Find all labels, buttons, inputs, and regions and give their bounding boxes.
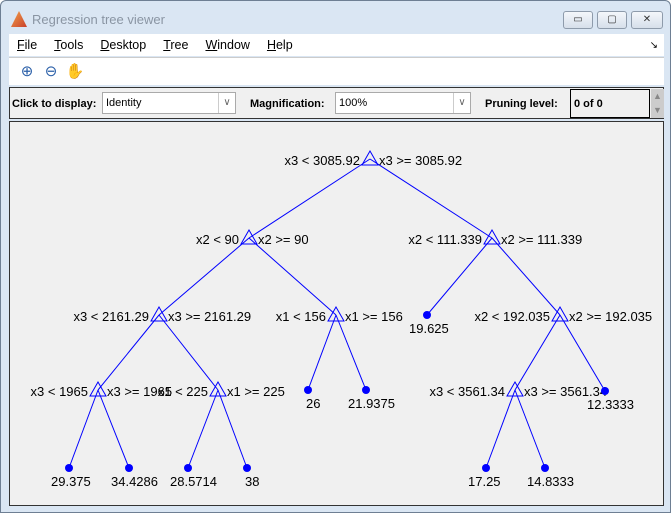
tree-edge[interactable] xyxy=(97,314,160,391)
leaf-value[interactable]: 12.3333 xyxy=(587,397,634,412)
leaf-node[interactable] xyxy=(482,464,490,472)
dock-arrow-icon[interactable]: ↘ xyxy=(650,40,658,51)
pan-hand-icon[interactable]: ✋ xyxy=(65,62,85,82)
tree-edge[interactable] xyxy=(217,389,248,469)
tree-edge[interactable] xyxy=(307,314,337,391)
leaf-value[interactable]: 14.8333 xyxy=(527,474,574,489)
chevron-down-icon: ∨ xyxy=(218,93,235,113)
close-button[interactable]: ✕ xyxy=(631,11,663,29)
magnification-select[interactable]: 100% ∨ xyxy=(335,92,471,114)
leaf-value[interactable]: 38 xyxy=(245,474,259,489)
menu-window[interactable]: Window xyxy=(205,38,249,52)
branch-node[interactable] xyxy=(209,380,227,397)
branch-node[interactable] xyxy=(506,380,524,397)
branch-node[interactable] xyxy=(150,305,168,322)
tree-edge[interactable] xyxy=(485,389,516,469)
menu-desktop[interactable]: Desktop xyxy=(100,38,146,52)
zoom-out-icon[interactable]: ⊖ xyxy=(41,62,61,82)
branch-node[interactable] xyxy=(89,380,107,397)
split-label-left[interactable]: x3 < 3561.34 xyxy=(429,384,505,399)
menu-bar: File Tools Desktop Tree Window Help ↘ xyxy=(9,34,664,56)
split-label-right[interactable]: x3 >= 3085.92 xyxy=(379,153,462,168)
tree-edge[interactable] xyxy=(97,389,130,469)
leaf-node[interactable] xyxy=(184,464,192,472)
magnification-label: Magnification: xyxy=(250,98,325,110)
minimize-button[interactable]: ▭ xyxy=(563,11,593,29)
control-bar: Click to display: Identity ∨ Magnificati… xyxy=(9,87,664,119)
split-label-left[interactable]: x3 < 1965 xyxy=(31,384,88,399)
tree-edge[interactable] xyxy=(335,314,367,391)
tree-edge[interactable] xyxy=(158,237,250,316)
leaf-node[interactable] xyxy=(362,386,370,394)
branch-node[interactable] xyxy=(240,228,258,245)
regression-tree: x3 < 3085.92 x3 >= 3085.92 x2 < 90 x2 >= 90… xyxy=(31,149,652,489)
split-label-right[interactable]: x2 >= 192.035 xyxy=(569,309,652,324)
split-label-left[interactable]: x2 < 111.339 xyxy=(408,232,482,247)
leaf-value[interactable]: 19.625 xyxy=(409,321,449,336)
leaf-value[interactable]: 17.25 xyxy=(468,474,501,489)
window-title: Regression tree viewer xyxy=(32,11,165,27)
pruning-level-value: 0 of 0 xyxy=(570,89,650,118)
split-label-left[interactable]: x3 < 2161.29 xyxy=(73,309,149,324)
zoom-in-icon[interactable]: ⊕ xyxy=(17,62,37,82)
leaf-node[interactable] xyxy=(125,464,133,472)
pruning-spinner[interactable]: ▲ ▼ xyxy=(651,89,664,118)
matlab-logo-icon xyxy=(11,11,27,27)
leaf-value[interactable]: 26 xyxy=(306,396,320,411)
window: Regression tree viewer ▭ ▢ ✕ File Tools … xyxy=(0,0,671,513)
tree-edge[interactable] xyxy=(187,389,219,469)
title-bar: Regression tree viewer xyxy=(11,11,165,27)
tree-edge[interactable] xyxy=(158,314,219,391)
tree-edge[interactable] xyxy=(248,237,337,316)
display-value: Identity xyxy=(106,97,142,109)
leaf-value[interactable]: 34.4286 xyxy=(111,474,158,489)
tree-edge[interactable] xyxy=(68,389,99,469)
tree-edge[interactable] xyxy=(426,237,493,316)
leaf-node[interactable] xyxy=(65,464,73,472)
magnification-value: 100% xyxy=(339,97,368,109)
split-label-left[interactable]: x1 < 156 xyxy=(276,309,326,324)
split-label-left[interactable]: x3 < 3085.92 xyxy=(284,153,360,168)
pruning-label: Pruning level: xyxy=(485,98,558,110)
leaf-node[interactable] xyxy=(304,386,312,394)
menu-tree[interactable]: Tree xyxy=(163,38,188,52)
tree-edge[interactable] xyxy=(248,158,371,239)
leaf-node[interactable] xyxy=(541,464,549,472)
tree-edge[interactable] xyxy=(491,237,561,316)
tree-edge[interactable] xyxy=(514,314,561,391)
split-label-right[interactable]: x2 >= 90 xyxy=(258,232,309,247)
leaf-value[interactable]: 29.375 xyxy=(51,474,91,489)
split-label-left[interactable]: x1 < 225 xyxy=(158,384,208,399)
leaf-value[interactable]: 28.5714 xyxy=(170,474,217,489)
maximize-button[interactable]: ▢ xyxy=(597,11,627,29)
tree-panel: x3 < 3085.92 x3 >= 3085.92 x2 < 90 x2 >= 90… xyxy=(9,121,664,506)
split-label-right[interactable]: x1 >= 156 xyxy=(345,309,403,324)
toolbar: ⊕ ⊖ ✋ xyxy=(9,57,664,85)
split-label-left[interactable]: x2 < 192.035 xyxy=(474,309,550,324)
spin-down-icon[interactable]: ▼ xyxy=(651,103,664,117)
branch-node[interactable] xyxy=(483,228,501,245)
display-label: Click to display: xyxy=(12,98,97,110)
tree-edge[interactable] xyxy=(559,314,606,392)
leaf-node[interactable] xyxy=(243,464,251,472)
leaf-node[interactable] xyxy=(601,387,609,395)
split-label-left[interactable]: x2 < 90 xyxy=(196,232,239,247)
split-label-right[interactable]: x3 >= 2161.29 xyxy=(168,309,251,324)
display-select[interactable]: Identity ∨ xyxy=(102,92,236,114)
chevron-down-icon: ∨ xyxy=(453,93,470,113)
split-label-right[interactable]: x1 >= 225 xyxy=(227,384,285,399)
menu-help[interactable]: Help xyxy=(267,38,293,52)
leaf-node[interactable] xyxy=(423,311,431,319)
leaf-value[interactable]: 21.9375 xyxy=(348,396,395,411)
split-label-right[interactable]: x2 >= 111.339 xyxy=(501,232,582,247)
menu-file[interactable]: File xyxy=(17,38,37,52)
tree-edge[interactable] xyxy=(514,389,546,469)
branch-node[interactable] xyxy=(327,305,345,322)
menu-tools[interactable]: Tools xyxy=(54,38,83,52)
spin-up-icon[interactable]: ▲ xyxy=(651,89,664,103)
tree-edge[interactable] xyxy=(369,158,493,239)
